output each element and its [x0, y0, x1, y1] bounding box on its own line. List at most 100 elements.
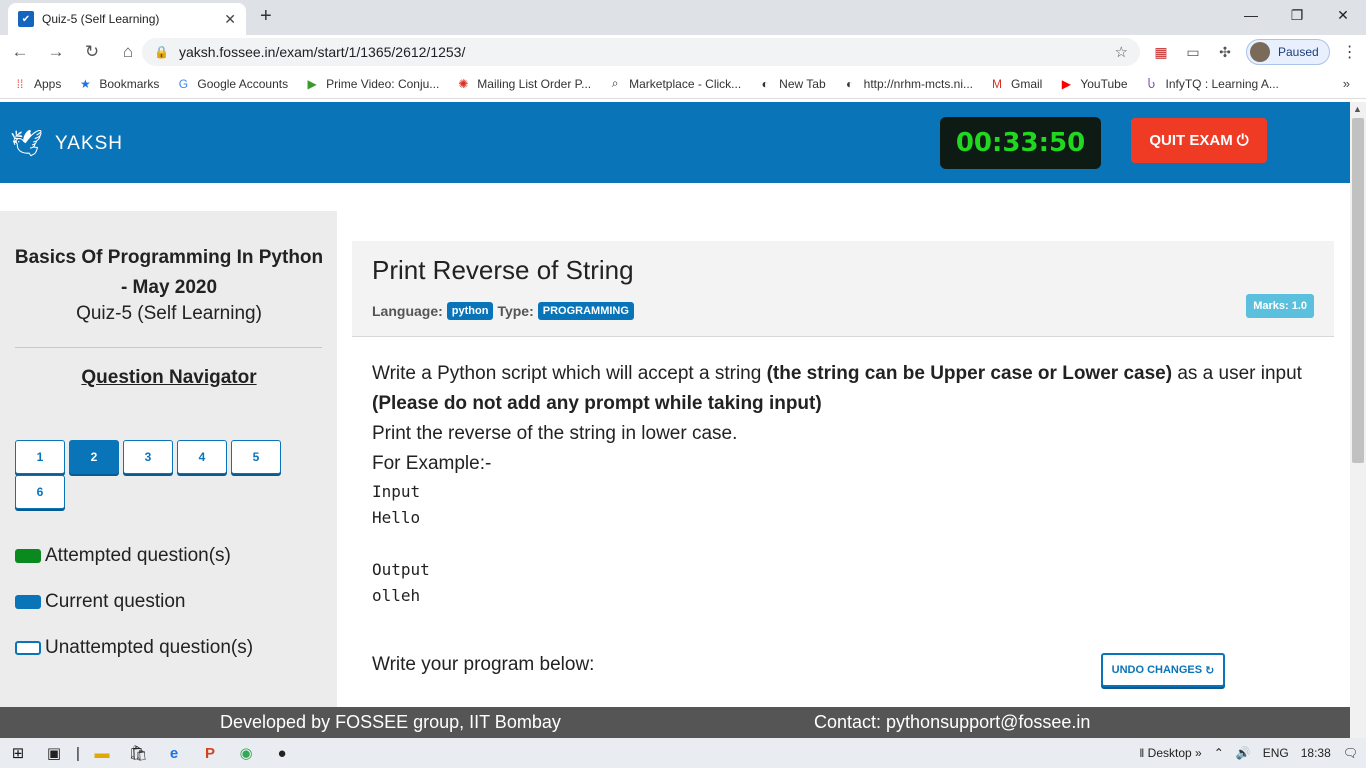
- profile-button[interactable]: Paused: [1246, 39, 1330, 65]
- bookmark-item[interactable]: ✺ Mailing List Order P...: [455, 76, 591, 92]
- obs-icon[interactable]: ●: [264, 738, 300, 768]
- language-badge: python: [446, 302, 494, 320]
- bookmark-item[interactable]: ◐ http://nrhm-mcts.ni...: [842, 76, 973, 92]
- example-input-label: Input: [372, 482, 421, 501]
- bird-logo-icon: 🕊: [10, 128, 44, 158]
- desktop-toolbar[interactable]: ‖ Desktop »: [1139, 746, 1201, 760]
- bookmark-item[interactable]: ⌕ Marketplace - Click...: [607, 76, 741, 92]
- legend-unattempted-label: Unattempted question(s): [45, 637, 254, 658]
- question-title: Print Reverse of String: [372, 255, 634, 285]
- refresh-icon: ↻: [1205, 664, 1215, 677]
- windows-start-icon[interactable]: ⊞: [0, 738, 36, 768]
- yaksh-favicon-icon: ✔: [18, 11, 34, 27]
- powerpoint-icon[interactable]: P: [192, 738, 228, 768]
- description-bold: (the string can be Upper case or Lower c…: [766, 363, 1173, 384]
- avatar: [1250, 42, 1270, 62]
- question-button-4[interactable]: 4: [177, 440, 227, 474]
- bookmark-star-icon[interactable]: ☆: [1115, 43, 1128, 61]
- question-button-2[interactable]: 2: [69, 440, 119, 474]
- store-icon[interactable]: 🛍: [120, 738, 156, 768]
- description-line-3: Print the reverse of the string in lower…: [372, 423, 738, 444]
- description-text-end: as a user input: [1172, 363, 1302, 384]
- bookmark-item[interactable]: ◐ New Tab: [757, 76, 826, 92]
- bookmark-label: Bookmarks: [99, 76, 160, 91]
- new-tab-plus-icon[interactable]: +: [260, 5, 272, 28]
- minimize-icon[interactable]: —: [1228, 0, 1274, 30]
- edge-icon[interactable]: e: [156, 738, 192, 768]
- reload-icon[interactable]: ↻: [76, 37, 108, 67]
- bookmark-label: Marketplace - Click...: [629, 76, 742, 91]
- question-sidebar: Basics Of Programming In Python - May 20…: [0, 211, 337, 707]
- question-button-1[interactable]: 1: [15, 440, 65, 474]
- file-explorer-icon[interactable]: ▬: [84, 738, 120, 768]
- bookmark-item[interactable]: ★ Bookmarks: [77, 76, 159, 92]
- close-icon[interactable]: ✕: [224, 11, 236, 28]
- desktop-label: Desktop: [1147, 746, 1192, 760]
- question-button-6[interactable]: 6: [15, 475, 65, 509]
- yaksh-logo[interactable]: 🕊 YAKSH: [10, 128, 123, 159]
- globe-icon: ◐: [846, 76, 854, 91]
- chrome-icon[interactable]: ◉: [228, 738, 264, 768]
- example-output: olleh: [372, 586, 421, 605]
- bookmark-item[interactable]: ▶ YouTube: [1058, 76, 1128, 92]
- question-button-3[interactable]: 3: [123, 440, 173, 474]
- back-arrow-icon[interactable]: ←: [4, 37, 36, 67]
- bookmark-label: New Tab: [779, 76, 826, 91]
- legend-attempted: Attempted question(s): [15, 545, 231, 567]
- scroll-thumb[interactable]: [1352, 118, 1364, 463]
- bookmark-item[interactable]: ▶ Prime Video: Conju...: [304, 76, 440, 92]
- browser-tab[interactable]: ✔ Quiz-5 (Self Learning) ✕: [8, 3, 246, 35]
- question-header: Print Reverse of String Language: python…: [352, 241, 1334, 337]
- bookmark-item[interactable]: G Google Accounts: [175, 76, 288, 92]
- bookmark-item[interactable]: M Gmail: [989, 76, 1042, 92]
- home-icon[interactable]: ⌂: [112, 37, 144, 67]
- url-text[interactable]: yaksh.fossee.in/exam/start/1/1365/2612/1…: [179, 44, 1115, 60]
- forward-arrow-icon[interactable]: →: [40, 37, 72, 67]
- bookmark-label: Prime Video: Conju...: [326, 76, 440, 91]
- question-button-5[interactable]: 5: [231, 440, 281, 474]
- description-line-1: Write a Python script which will accept …: [372, 359, 1322, 389]
- bookmark-label: Gmail: [1011, 76, 1043, 91]
- lock-icon[interactable]: 🔒: [154, 45, 169, 59]
- address-bar[interactable]: 🔒 yaksh.fossee.in/exam/start/1/1365/2612…: [142, 38, 1140, 66]
- taskbar-separator-icon: |: [76, 744, 80, 762]
- quit-exam-label: QUIT EXAM: [1149, 132, 1233, 149]
- undo-changes-button[interactable]: UNDO CHANGES ↻: [1101, 653, 1225, 687]
- bookmark-label: Google Accounts: [197, 76, 289, 91]
- bookmark-item[interactable]: Ⴑ InfyTQ : Learning A...: [1144, 76, 1279, 92]
- google-icon: G: [178, 76, 189, 91]
- question-navigator-heading: Question Navigator: [81, 367, 257, 388]
- extensions-area: ▦ ▭ ✣ Paused ⋮: [1150, 39, 1358, 65]
- bookmark-label: YouTube: [1080, 76, 1128, 91]
- restore-icon[interactable]: ❐: [1274, 0, 1320, 30]
- search-doc-icon: ⌕: [611, 76, 619, 90]
- tab-title: Quiz-5 (Self Learning): [42, 12, 160, 26]
- bookmark-item[interactable]: ⁞⁞ Apps: [12, 76, 62, 92]
- page-scrollbar[interactable]: ▲: [1350, 102, 1366, 738]
- browser-toolbar: ← → ↻ ⌂ 🔒 yaksh.fossee.in/exam/start/1/1…: [0, 35, 1366, 69]
- puzzle-icon[interactable]: ✣: [1214, 41, 1236, 63]
- bookmarks-overflow-icon[interactable]: »: [1343, 76, 1350, 91]
- bookmark-label: Mailing List Order P...: [477, 76, 592, 91]
- scroll-up-arrow-icon[interactable]: ▲: [1353, 104, 1362, 114]
- tray-chevron-icon[interactable]: ⌃: [1214, 746, 1224, 760]
- exam-timer: 00:33:50: [940, 117, 1101, 169]
- system-tray: ‖ Desktop » ⌃ 🔊 ENG 18:38 🗨: [1139, 738, 1358, 768]
- cast-icon[interactable]: ▭: [1182, 41, 1204, 63]
- notifications-icon[interactable]: 🗨: [1343, 746, 1358, 760]
- task-view-icon[interactable]: ▣: [36, 738, 72, 768]
- quit-exam-button[interactable]: QUIT EXAM ⏻: [1131, 118, 1267, 163]
- profile-status: Paused: [1278, 45, 1319, 59]
- quiz-name: Quiz-5 (Self Learning): [76, 303, 262, 324]
- legend-current-label: Current question: [45, 591, 186, 612]
- kebab-menu-icon[interactable]: ⋮: [1342, 42, 1358, 62]
- volume-icon[interactable]: 🔊: [1236, 746, 1251, 760]
- window-close-icon[interactable]: ✕: [1320, 0, 1366, 30]
- bookmarks-bar: ⁞⁞ Apps ★ Bookmarks G Google Accounts ▶ Prime V…: [0, 69, 1366, 99]
- undo-changes-label: UNDO CHANGES: [1111, 664, 1203, 676]
- example-spacer: [372, 531, 1322, 557]
- description-note-text: (Please do not add any prompt while taki…: [372, 393, 822, 414]
- clock[interactable]: 18:38: [1301, 746, 1331, 760]
- extension-red-icon[interactable]: ▦: [1150, 41, 1172, 63]
- language-indicator[interactable]: ENG: [1263, 746, 1289, 760]
